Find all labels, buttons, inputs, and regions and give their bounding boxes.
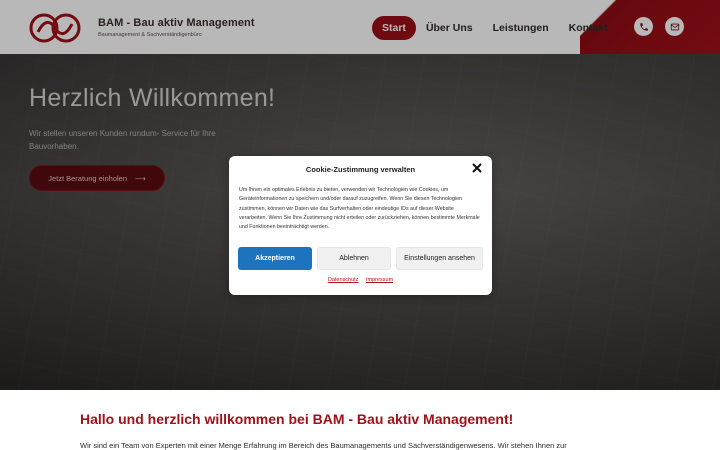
welcome-title: Hallo und herzlich willkommen bei BAM - …: [80, 411, 514, 427]
settings-button[interactable]: Einstellungen ansehen: [396, 247, 483, 270]
close-icon[interactable]: [472, 163, 482, 173]
welcome-section: Hallo und herzlich willkommen bei BAM - …: [0, 390, 720, 450]
cookie-consent-modal: Cookie-Zustimmung verwalten Um Ihnen ein…: [229, 156, 492, 295]
privacy-link[interactable]: Datenschutz: [328, 277, 359, 283]
modal-text: Um Ihnen ein optimales Erlebnis zu biete…: [239, 187, 480, 231]
modal-links: Datenschutz Impressum: [229, 277, 492, 283]
modal-title: Cookie-Zustimmung verwalten: [305, 165, 416, 174]
welcome-text: Wir sind ein Team von Experten mit einer…: [80, 441, 567, 450]
deny-button[interactable]: Ablehnen: [317, 247, 391, 270]
accept-button[interactable]: Akzeptieren: [238, 247, 312, 270]
imprint-link[interactable]: Impressum: [366, 277, 393, 283]
